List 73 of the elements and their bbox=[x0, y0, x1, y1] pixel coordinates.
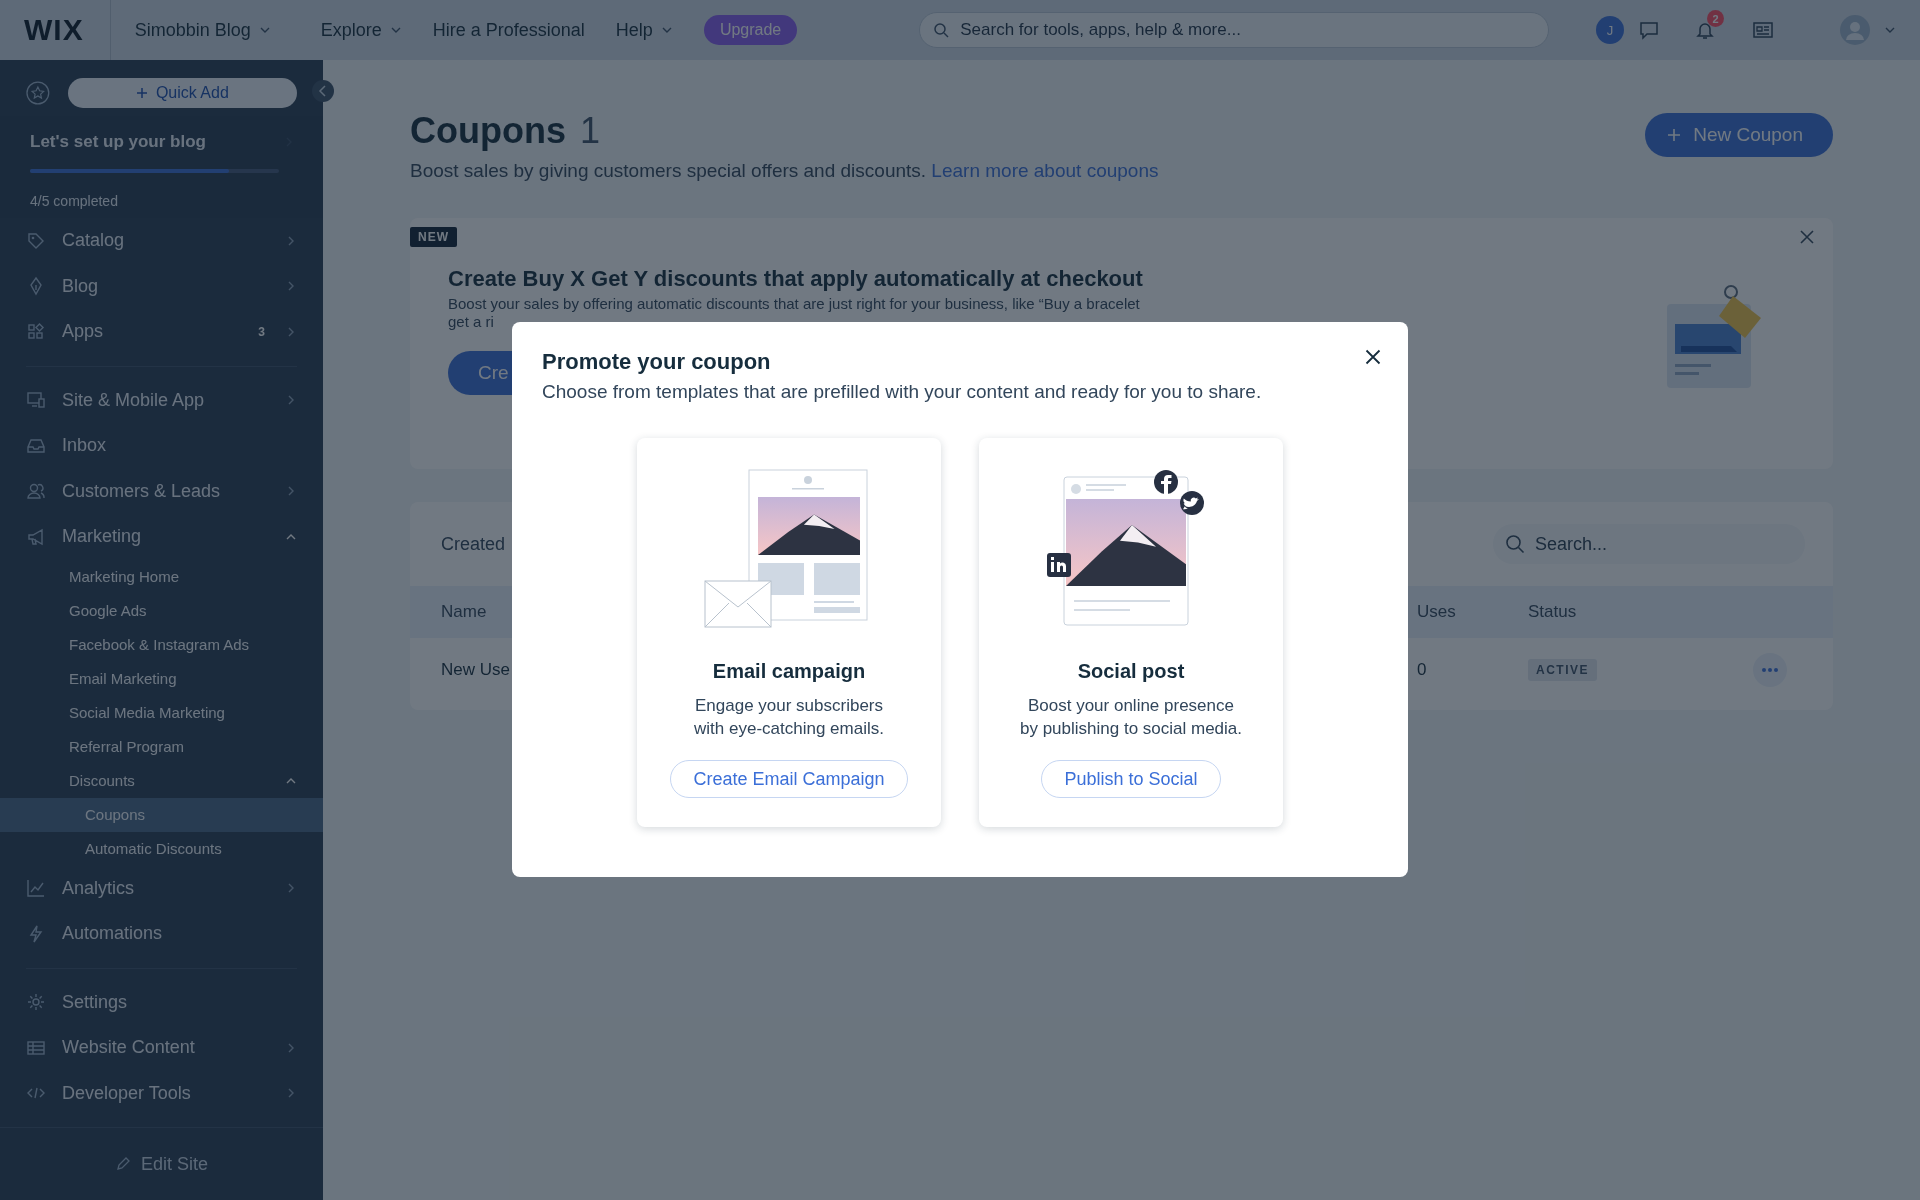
upgrade-button[interactable]: Upgrade bbox=[703, 15, 798, 45]
sidebar-item[interactable]: Marketing Home bbox=[0, 559, 323, 594]
plus-icon bbox=[1667, 128, 1682, 142]
account-avatar[interactable]: J bbox=[1596, 16, 1624, 44]
edit-site-button[interactable]: Edit Site bbox=[114, 1153, 208, 1175]
search-icon bbox=[933, 22, 950, 38]
search-icon bbox=[1505, 534, 1525, 554]
table-cell: 0 bbox=[1417, 660, 1427, 680]
banner-text: get a ri bbox=[448, 313, 494, 331]
sidebar-item[interactable]: Catalog bbox=[0, 218, 323, 264]
notification-badge: 2 bbox=[1707, 10, 1724, 27]
sidebar-item[interactable]: Customers & Leads bbox=[0, 468, 323, 514]
grid-icon bbox=[26, 321, 46, 342]
status-badge: ACTIVE bbox=[1528, 659, 1597, 681]
new-tag: NEW bbox=[410, 227, 457, 247]
sidebar-item[interactable]: Blog bbox=[0, 263, 323, 309]
chat-bubble-icon[interactable] bbox=[1638, 19, 1660, 41]
user-avatar-icon[interactable] bbox=[1840, 15, 1870, 45]
learn-more-link[interactable]: Learn more about coupons bbox=[931, 160, 1159, 181]
sidebar-item[interactable]: Settings bbox=[0, 979, 323, 1025]
pencil-icon bbox=[114, 1156, 131, 1172]
option-button[interactable]: Publish to Social bbox=[1041, 760, 1221, 798]
line-chart-icon bbox=[26, 878, 46, 899]
site-selector[interactable]: Simobbin Blog bbox=[134, 19, 271, 41]
progress-text: 4/5 completed bbox=[30, 193, 119, 209]
sidebar-item[interactable]: Analytics bbox=[0, 865, 323, 911]
more-options-icon[interactable] bbox=[1753, 653, 1787, 687]
option-description: Boost your online presence by publishing to social media. bbox=[1019, 695, 1243, 740]
people-icon bbox=[26, 481, 46, 502]
sidebar-item[interactable]: Facebook & Instagram Ads bbox=[0, 627, 323, 662]
sidebar-item[interactable]: Apps 3 bbox=[0, 309, 323, 355]
option-title: Social post bbox=[1077, 660, 1185, 683]
wix-logo[interactable]: WIX bbox=[24, 13, 84, 47]
setup-title-link[interactable]: Let's set up your blog bbox=[30, 132, 303, 152]
banner-title: Create Buy X Get Y discounts that apply automatically at checkout bbox=[448, 266, 1143, 292]
sidebar-item[interactable]: Automations bbox=[0, 911, 323, 957]
page-description: Boost sales by giving customers special offers and discounts. Learn more about coupons bbox=[410, 160, 1159, 182]
megaphone-icon bbox=[26, 526, 46, 547]
devices-icon bbox=[26, 390, 46, 411]
nav-menu-item[interactable]: Help bbox=[615, 19, 673, 41]
sidebar-item[interactable]: Email Marketing bbox=[0, 661, 323, 696]
sidebar-item[interactable]: Inbox bbox=[0, 423, 323, 469]
sidebar-item[interactable]: Social Media Marketing bbox=[0, 695, 323, 730]
page-title: Coupons bbox=[410, 110, 566, 152]
sidebar-item[interactable]: Website Content bbox=[0, 1025, 323, 1071]
app-count: 3 bbox=[258, 324, 265, 339]
sidebar-item[interactable]: Referral Program bbox=[0, 729, 323, 764]
column-header: Status bbox=[1528, 602, 1578, 622]
sidebar-item[interactable]: Site & Mobile App bbox=[0, 377, 323, 423]
search-field[interactable]: Search for tools, apps, help & more... bbox=[919, 12, 1550, 48]
filter-label: Created bbox=[441, 533, 506, 555]
item-count: 1 bbox=[580, 110, 600, 152]
option-title: Email campaign bbox=[712, 660, 866, 683]
sidebar-item[interactable]: Marketing bbox=[0, 514, 323, 560]
nav-menu-item[interactable]: Explore bbox=[320, 19, 402, 41]
newspaper-icon[interactable] bbox=[1752, 19, 1774, 41]
tag-icon bbox=[26, 230, 46, 251]
sidebar-item[interactable]: Developer Tools bbox=[0, 1070, 323, 1116]
table-cell: New Use bbox=[441, 660, 510, 680]
plus-icon bbox=[135, 87, 148, 99]
new-coupon-button[interactable]: New Coupon bbox=[1645, 113, 1833, 157]
sidebar-item[interactable]: Discounts bbox=[0, 763, 323, 798]
banner-text: Boost your sales by offering automatic discounts that are just right for your business, like “Buy a bracelet bbox=[448, 295, 1140, 313]
option-button[interactable]: Create Email Campaign bbox=[670, 760, 908, 798]
quick-add-button[interactable]: Quick Add bbox=[67, 78, 297, 108]
nav-menu-item[interactable]: Hire a Professional bbox=[432, 19, 585, 41]
sidebar-item[interactable]: Google Ads bbox=[0, 593, 323, 628]
column-header: Name bbox=[441, 602, 488, 622]
sidebar-item[interactable]: Coupons bbox=[0, 797, 323, 832]
option-description: Engage your subscribers with eye-catching emails. bbox=[694, 695, 884, 740]
column-header: Uses bbox=[1417, 602, 1457, 622]
search-field[interactable]: Search... bbox=[1493, 524, 1805, 564]
close-icon[interactable] bbox=[1365, 349, 1381, 365]
